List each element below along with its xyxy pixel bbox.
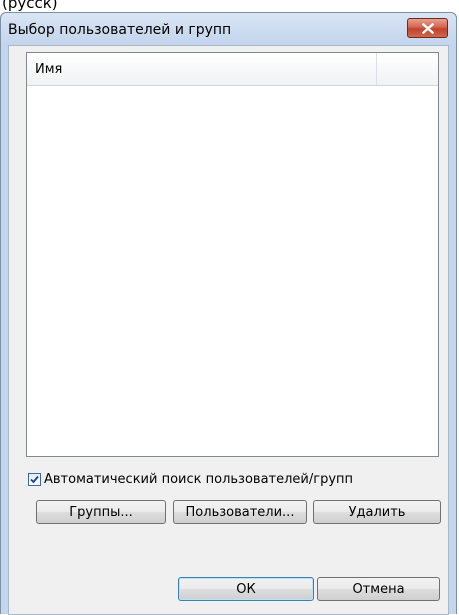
users-groups-list[interactable]: Имя xyxy=(26,52,439,457)
list-header: Имя xyxy=(27,53,438,86)
delete-button[interactable]: Удалить xyxy=(313,500,441,524)
dialog-title: Выбор пользователей и групп xyxy=(8,22,232,38)
groups-button[interactable]: Группы... xyxy=(36,500,166,524)
cropped-text-above: (русск) xyxy=(2,0,58,12)
auto-search-option[interactable]: Автоматический поиск пользователей/групп xyxy=(28,471,353,487)
close-icon xyxy=(421,22,434,34)
auto-search-checkbox[interactable] xyxy=(28,472,41,486)
users-button[interactable]: Пользователи... xyxy=(173,500,307,524)
column-header-name[interactable]: Имя xyxy=(27,53,377,85)
auto-search-label: Автоматический поиск пользователей/групп xyxy=(44,471,354,487)
column-header-name-label: Имя xyxy=(35,62,63,77)
cancel-button[interactable]: Отмена xyxy=(317,577,440,601)
ok-button[interactable]: ОК xyxy=(178,577,314,601)
title-bar[interactable]: Выбор пользователей и групп xyxy=(1,13,456,45)
column-header-extra[interactable] xyxy=(377,53,438,85)
close-button[interactable] xyxy=(407,18,448,38)
checkmark-icon xyxy=(30,475,39,483)
